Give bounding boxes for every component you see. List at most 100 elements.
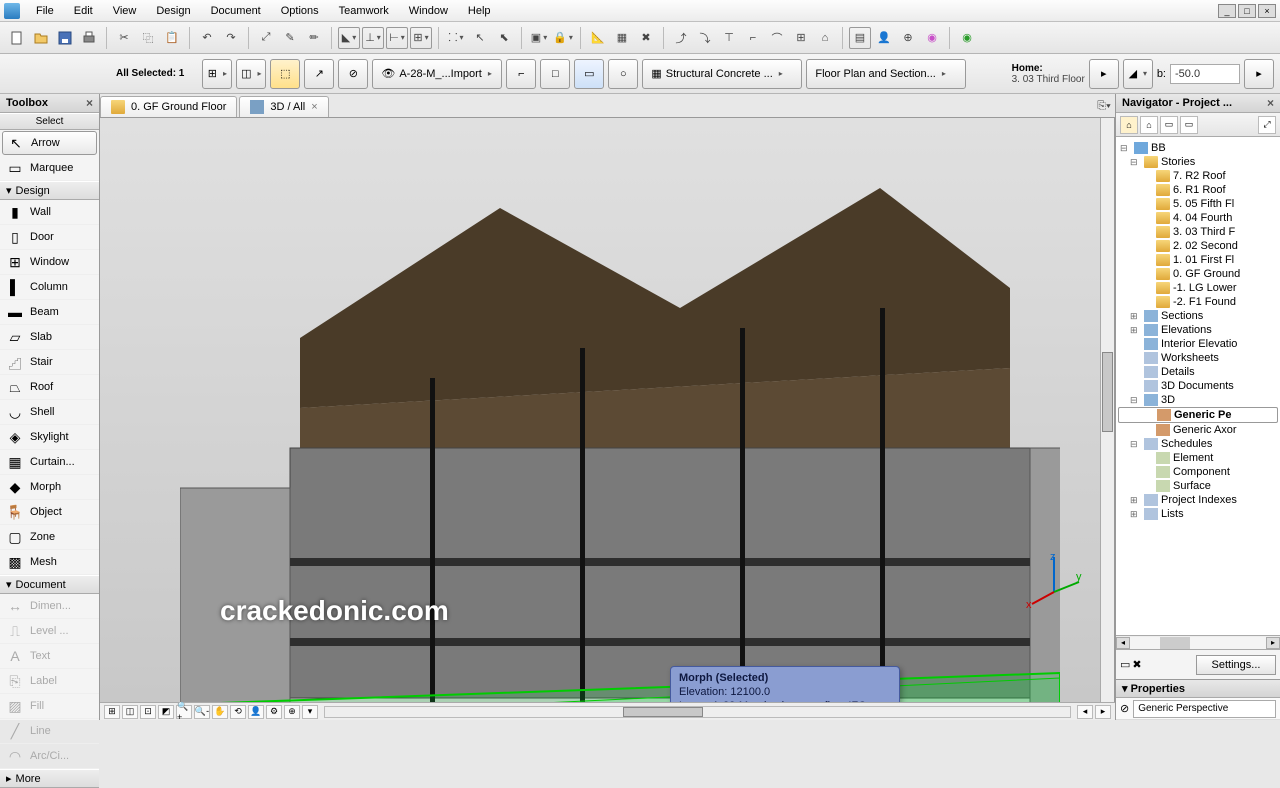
tree-story[interactable]: -1. LG Lower: [1118, 281, 1278, 295]
tool-morph[interactable]: ◆Morph: [0, 475, 99, 500]
tool-beam[interactable]: ▬Beam: [0, 300, 99, 325]
eyedropper-icon[interactable]: ✎: [279, 27, 301, 49]
group-icon[interactable]: ▣▾: [528, 27, 550, 49]
menu-design[interactable]: Design: [146, 2, 200, 20]
navigator-hscroll[interactable]: ◂▸: [1116, 635, 1280, 649]
tool-stair[interactable]: 𓊍Stair: [0, 350, 99, 375]
tab-3d-all[interactable]: 3D / All×: [239, 96, 328, 117]
layer-combo[interactable]: 👁 A-28-M_...Import▸: [372, 59, 502, 89]
redo-icon[interactable]: ↷: [220, 27, 242, 49]
status-icon[interactable]: 👤: [248, 705, 264, 719]
properties-value-input[interactable]: [1133, 700, 1276, 718]
menu-help[interactable]: Help: [458, 2, 501, 20]
tool-arc[interactable]: ◠Arc/Ci...: [0, 744, 99, 769]
tool-mesh[interactable]: ▩Mesh: [0, 550, 99, 575]
status-icon[interactable]: ▾: [302, 705, 318, 719]
tree-lists[interactable]: ⊞Lists: [1118, 507, 1278, 521]
view-icon-3[interactable]: ⊕: [897, 27, 919, 49]
menu-view[interactable]: View: [103, 2, 147, 20]
window-close-button[interactable]: ×: [1258, 4, 1276, 18]
tree-story[interactable]: 3. 03 Third F: [1118, 225, 1278, 239]
geom-3-icon[interactable]: ▭: [574, 59, 604, 89]
print-icon[interactable]: [78, 27, 100, 49]
tool-window[interactable]: ⊞Window: [0, 250, 99, 275]
navigator-close-icon[interactable]: ×: [1267, 96, 1274, 110]
tab-ground-floor[interactable]: 0. GF Ground Floor: [100, 96, 237, 117]
edit-icon-1[interactable]: ⤴: [670, 27, 692, 49]
tree-3d-docs[interactable]: 3D Documents: [1118, 379, 1278, 393]
tool-wall[interactable]: ▮Wall: [0, 200, 99, 225]
edit-icon-2[interactable]: ⤵: [694, 27, 716, 49]
status-arrow-icon[interactable]: ▸: [1095, 705, 1111, 719]
tree-story[interactable]: 0. GF Ground: [1118, 267, 1278, 281]
delete-icon[interactable]: ✖: [635, 27, 657, 49]
tool-skylight[interactable]: ◈Skylight: [0, 425, 99, 450]
tool-zone[interactable]: ▢Zone: [0, 525, 99, 550]
layer-btn-4[interactable]: ↗: [304, 59, 334, 89]
tree-3d[interactable]: ⊟3D: [1118, 393, 1278, 407]
save-icon[interactable]: [54, 27, 76, 49]
horizontal-scrollbar[interactable]: [324, 706, 1071, 718]
toolbox-more[interactable]: ▸More: [0, 769, 99, 788]
tool-level[interactable]: ⎍Level ...: [0, 619, 99, 644]
tool-line[interactable]: ╱Line: [0, 719, 99, 744]
b-go-icon[interactable]: ▸: [1244, 59, 1274, 89]
status-icon[interactable]: ✋: [212, 705, 228, 719]
nav-view-icon[interactable]: ⌂: [1140, 116, 1158, 134]
inject-icon[interactable]: ✏: [303, 27, 325, 49]
status-icon[interactable]: ⟲: [230, 705, 246, 719]
guide-tool-1-icon[interactable]: ◣▾: [338, 27, 360, 49]
tree-details[interactable]: Details: [1118, 365, 1278, 379]
menu-teamwork[interactable]: Teamwork: [329, 2, 399, 20]
toolbox-design-header[interactable]: ▾Design: [0, 181, 99, 200]
edit-icon-6[interactable]: ⊞: [790, 27, 812, 49]
tab-close-icon[interactable]: ×: [311, 101, 317, 113]
tool-column[interactable]: ▌Column: [0, 275, 99, 300]
tree-stories[interactable]: ⊟Stories: [1118, 155, 1278, 169]
geom-1-icon[interactable]: ⌐: [506, 59, 536, 89]
status-icon[interactable]: ⊕: [284, 705, 300, 719]
tree-story[interactable]: 5. 05 Fifth Fl: [1118, 197, 1278, 211]
geom-4-icon[interactable]: ○: [608, 59, 638, 89]
tree-generic-pe[interactable]: Generic Pe: [1118, 407, 1278, 423]
tool-fill[interactable]: ▨Fill: [0, 694, 99, 719]
trace-icon[interactable]: ▦: [611, 27, 633, 49]
tool-shell[interactable]: ◡Shell: [0, 400, 99, 425]
tool-marquee[interactable]: ▭Marquee: [0, 156, 99, 181]
story-label[interactable]: 3. 03 Third Floor: [1012, 74, 1085, 85]
menu-window[interactable]: Window: [399, 2, 458, 20]
structural-combo[interactable]: ▦ Structural Concrete ...▸: [642, 59, 802, 89]
tree-sched-item[interactable]: Surface: [1118, 479, 1278, 493]
tree-interior[interactable]: Interior Elevatio: [1118, 337, 1278, 351]
new-file-icon[interactable]: [6, 27, 28, 49]
record-icon[interactable]: ◉: [956, 27, 978, 49]
pick-icon[interactable]: ⤢: [255, 27, 277, 49]
paste-icon[interactable]: 📋: [161, 27, 183, 49]
tool-slab[interactable]: ▱Slab: [0, 325, 99, 350]
tree-story[interactable]: -2. F1 Found: [1118, 295, 1278, 309]
layer-btn-1[interactable]: ⊞▸: [202, 59, 232, 89]
lock-icon[interactable]: 🔒▾: [552, 27, 574, 49]
window-maximize-button[interactable]: □: [1238, 4, 1256, 18]
nav-new-icon[interactable]: ▭: [1120, 658, 1130, 671]
nav-publisher-icon[interactable]: ▭: [1180, 116, 1198, 134]
b-input[interactable]: [1170, 64, 1240, 84]
tabs-menu-icon[interactable]: ⎘▾: [1093, 95, 1115, 117]
grid-icon[interactable]: ⸬▾: [445, 27, 467, 49]
tree-sections[interactable]: ⊞Sections: [1118, 309, 1278, 323]
status-icon[interactable]: ◩: [158, 705, 174, 719]
tree-story[interactable]: 4. 04 Fourth: [1118, 211, 1278, 225]
tree-generic-axo[interactable]: Generic Axor: [1118, 423, 1278, 437]
cut-icon[interactable]: ✂: [113, 27, 135, 49]
menu-file[interactable]: File: [26, 2, 64, 20]
tree-elevations[interactable]: ⊞Elevations: [1118, 323, 1278, 337]
status-icon[interactable]: ⊞: [104, 705, 120, 719]
nav-delete-icon[interactable]: ✖: [1132, 658, 1141, 671]
cursor-icon[interactable]: ⬉: [493, 27, 515, 49]
view-icon-1[interactable]: ▤: [849, 27, 871, 49]
guide-tool-2-icon[interactable]: ⊥▾: [362, 27, 384, 49]
arrow-tool-icon[interactable]: ↖: [469, 27, 491, 49]
nav-popup-icon[interactable]: ⤢: [1258, 116, 1276, 134]
tool-label[interactable]: ⎘Label: [0, 669, 99, 694]
open-file-icon[interactable]: [30, 27, 52, 49]
